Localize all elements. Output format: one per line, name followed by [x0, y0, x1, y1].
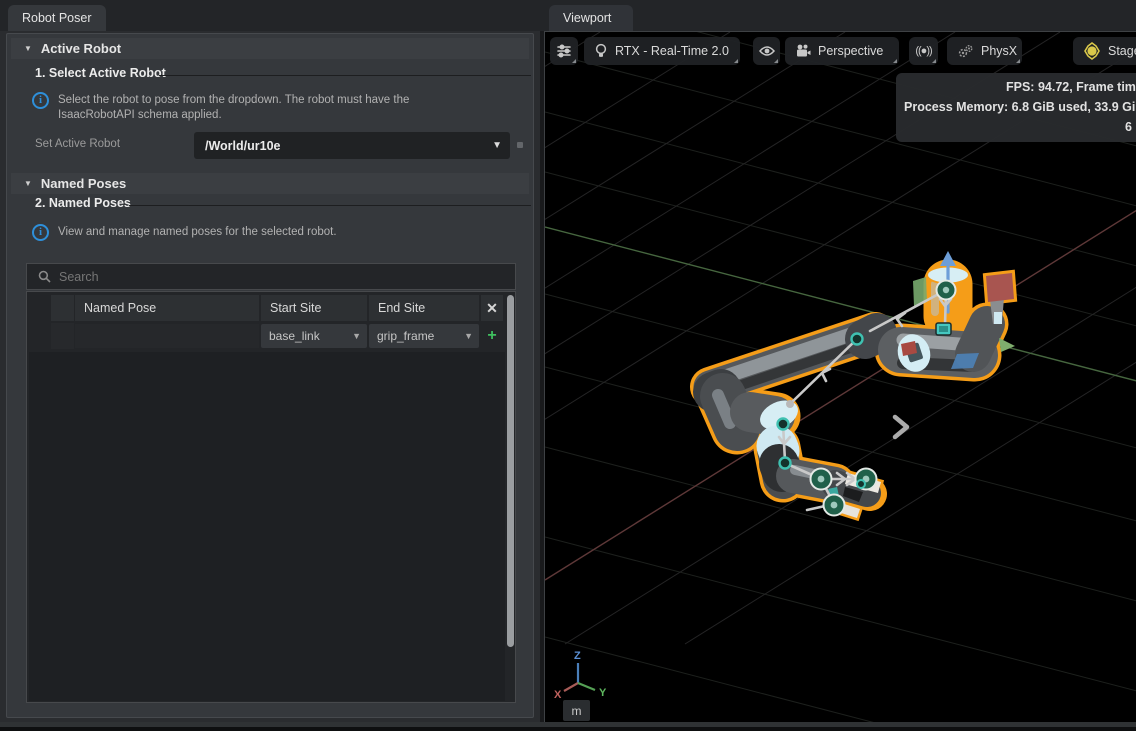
lightbulb-icon: [594, 43, 608, 59]
axis-arrow-y[interactable]: [999, 338, 1015, 352]
renderer-menu-button[interactable]: RTX - Real-Time 2.0: [584, 37, 740, 65]
dropdown-arrow-icon: ▼: [352, 331, 361, 341]
application-window: Robot Poser Viewport ▼ Active Robot 1. S…: [0, 0, 1136, 731]
end-effector-red-marker: [986, 273, 1014, 302]
table-header-start-site[interactable]: Start Site: [261, 295, 367, 321]
info-text-named-poses: View and manage named poses for the sele…: [58, 226, 337, 238]
physics-label: PhysX: [981, 44, 1017, 58]
combo-arrow-icon[interactable]: ▼: [492, 140, 502, 151]
section-title-active-robot: Active Robot: [41, 41, 121, 56]
info-icon: i: [32, 224, 49, 241]
performance-stats-overlay: FPS: 94.72, Frame time: 1 Process Memory…: [896, 73, 1136, 142]
stage-label: Stage: [1108, 44, 1136, 58]
tab-viewport-label: Viewport: [563, 11, 611, 25]
stage-light-icon: [1083, 42, 1101, 60]
info-text-line1: Select the robot to pose from the dropdo…: [58, 94, 409, 106]
divider-rule: [129, 205, 531, 206]
gears-icon: [957, 44, 974, 59]
clear-row-button[interactable]: ✕: [481, 295, 503, 321]
search-input[interactable]: [59, 270, 479, 284]
info-text-line2: IsaacRobotAPI schema applied.: [58, 109, 222, 121]
tab-robot-poser[interactable]: Robot Poser: [8, 5, 106, 31]
start-site-value: base_link: [269, 329, 320, 343]
table-header-named-pose[interactable]: Named Pose: [75, 295, 259, 321]
step-title-select-active-robot: 1. Select Active Robot: [35, 66, 166, 80]
stats-fps-line: FPS: 94.72, Frame time: 1: [1006, 80, 1136, 94]
camera-menu-button[interactable]: Perspective: [785, 37, 899, 65]
camera-label: Perspective: [818, 44, 883, 58]
section-header-named-poses[interactable]: ▼ Named Poses: [11, 173, 529, 194]
camera-icon: [795, 44, 811, 58]
add-pose-button[interactable]: +: [481, 323, 503, 349]
stats-memory-line: Process Memory: 6.8 GiB used, 33.9 GiB a: [904, 100, 1136, 114]
axis-arrow-z[interactable]: [940, 251, 956, 266]
collapse-caret-icon[interactable]: ▼: [24, 179, 32, 188]
unit-label: m: [572, 704, 582, 718]
set-active-robot-label: Set Active Robot: [35, 138, 120, 150]
camera-frame-icon[interactable]: [936, 323, 951, 335]
chevron-right-icon[interactable]: [895, 417, 907, 437]
axis-y-label: Y: [599, 687, 607, 699]
named-pose-cell[interactable]: [75, 323, 259, 349]
active-robot-combobox[interactable]: /World/ur10e ▼: [194, 132, 510, 159]
collapse-caret-icon[interactable]: ▼: [24, 44, 32, 53]
step-title-named-poses: 2. Named Poses: [35, 196, 131, 210]
renderer-label: RTX - Real-Time 2.0: [615, 44, 729, 58]
end-site-dropdown[interactable]: grip_frame ▼: [369, 324, 479, 348]
unit-button[interactable]: m: [563, 700, 590, 721]
table-scrollbar-thumb[interactable]: [507, 295, 514, 647]
pose-gizmos[interactable]: [778, 251, 1016, 516]
search-icon: [38, 270, 51, 283]
stage-lights-button[interactable]: Stage: [1073, 37, 1136, 65]
start-site-cell: base_link ▼: [261, 323, 367, 349]
end-site-cell: grip_frame ▼: [369, 323, 479, 349]
active-robot-value: /World/ur10e: [205, 139, 280, 153]
tab-viewport[interactable]: Viewport: [549, 5, 633, 31]
table-empty-body: [29, 352, 505, 701]
table-scrollbar[interactable]: [506, 294, 515, 702]
named-poses-table: Named Pose Start Site End Site ✕ base_li…: [26, 291, 516, 703]
eye-icon: [759, 45, 775, 57]
section-title-named-poses: Named Poses: [41, 176, 126, 191]
reset-default-dot[interactable]: [517, 142, 523, 148]
start-site-dropdown[interactable]: base_link ▼: [261, 324, 367, 348]
robot-poser-panel: ▼ Active Robot 1. Select Active Robot i …: [0, 31, 540, 722]
pose-search-box[interactable]: [26, 263, 516, 290]
physics-menu-button[interactable]: PhysX: [947, 37, 1022, 65]
sliders-icon: [556, 43, 572, 59]
viewport-panel: Z X Y RTX - Real-Time 2.0: [544, 31, 1136, 722]
stats-extra-line: 6: [1125, 120, 1132, 134]
table-header-gutter: [51, 295, 74, 321]
divider-rule: [159, 75, 531, 76]
orientation-axis-gizmo[interactable]: Z X Y: [554, 650, 607, 701]
robot-poser-panel-frame: ▼ Active Robot 1. Select Active Robot i …: [6, 33, 534, 718]
viewport-settings-button[interactable]: [550, 37, 578, 65]
window-bottom-edge: [0, 727, 1136, 731]
section-header-active-robot[interactable]: ▼ Active Robot: [11, 38, 529, 59]
tab-robot-poser-label: Robot Poser: [22, 11, 91, 25]
table-row-gutter: [51, 323, 74, 349]
close-icon: ✕: [486, 300, 498, 317]
dropdown-arrow-icon: ▼: [464, 331, 473, 341]
axis-z-label: Z: [574, 650, 581, 662]
named-pose-input[interactable]: [75, 324, 259, 348]
info-icon: i: [32, 92, 49, 109]
visibility-menu-button[interactable]: [753, 37, 780, 65]
end-site-value: grip_frame: [377, 329, 434, 343]
signal-waves-icon: ((●)): [915, 45, 931, 57]
plus-icon: +: [487, 327, 496, 345]
axis-x-label: X: [554, 689, 562, 701]
table-header-end-site[interactable]: End Site: [369, 295, 479, 321]
capture-button[interactable]: ((●)): [909, 37, 938, 65]
